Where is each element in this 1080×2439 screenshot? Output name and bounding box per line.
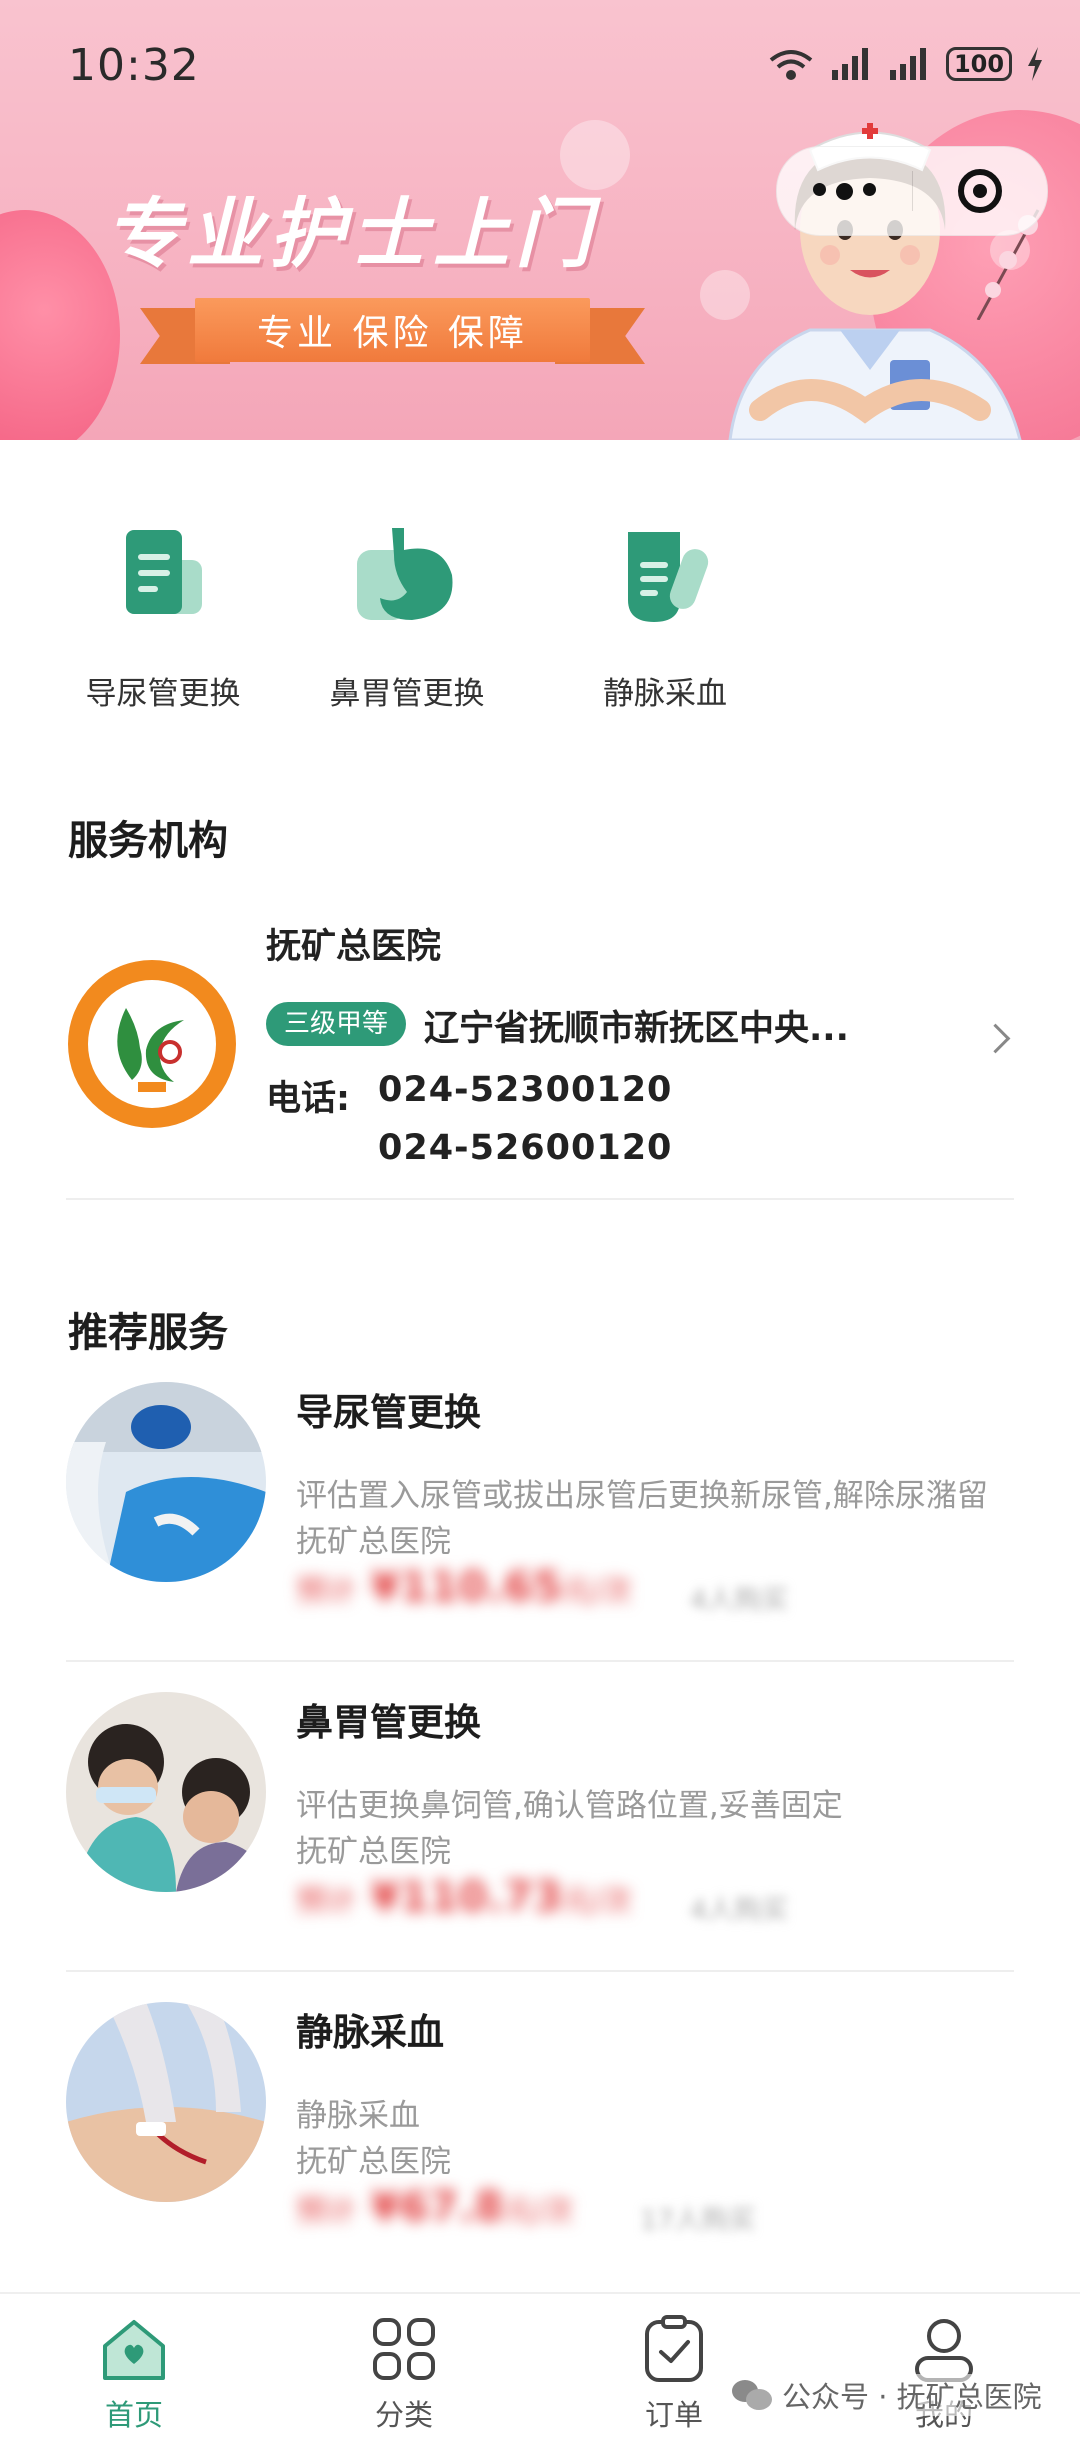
service-entry-nasogastric[interactable]: 鼻胃管更换	[287, 520, 527, 713]
service-photo	[66, 1382, 266, 1582]
tab-label: 分类	[374, 2398, 433, 2432]
service-entry-label: 静脉采血	[603, 676, 727, 712]
signal-icon	[832, 48, 868, 80]
section-title-recommended: 推荐服务	[68, 1310, 228, 1356]
tab-label: 首页	[104, 2398, 163, 2432]
service-entry-label: 鼻胃管更换	[329, 676, 485, 712]
recommended-item[interactable]: 静脉采血 静脉采血 抚矿总医院 预计 ¥67.8元/次 17人购买	[0, 2002, 1080, 2302]
status-time: 10:32	[68, 40, 200, 91]
test-tube-icon	[628, 532, 709, 622]
battery-indicator: 100	[946, 47, 1012, 81]
service-photo	[66, 2002, 266, 2202]
bottom-tab-bar: 首页 分类 订单 我的	[0, 2292, 1080, 2439]
service-description: 评估更换鼻饲管,确认管路位置,妥善固定	[296, 1788, 843, 1824]
service-title: 导尿管更换	[296, 1391, 481, 1434]
wifi-icon	[769, 50, 813, 80]
service-price: 预计 ¥110.65元/次	[296, 1562, 633, 1611]
banner-ribbon: 专业 保险 保障	[140, 298, 645, 372]
phone-number[interactable]: 024-52300120	[378, 1070, 672, 1110]
document-icon	[126, 530, 202, 614]
service-entry-label: 导尿管更换	[85, 676, 241, 712]
banner-title: 专业护士上门	[105, 189, 597, 278]
close-miniprogram-button[interactable]	[913, 169, 1048, 213]
sold-count: 4人购买	[690, 1895, 789, 1926]
status-bar: 10:32 100	[0, 0, 1080, 130]
watermark-text: 公众号 · 抚矿总医院	[782, 2380, 1042, 2414]
status-icons: 100	[766, 44, 1044, 84]
divider	[66, 1970, 1014, 1972]
service-description: 静脉采血	[296, 2098, 420, 2134]
service-organization: 抚矿总医院	[296, 1524, 451, 1560]
hospital-logo	[68, 960, 236, 1128]
home-icon	[103, 2320, 165, 2380]
stomach-icon	[357, 528, 453, 620]
service-price: 预计 ¥110.73元/次	[296, 1872, 633, 1921]
sold-count: 17人购买	[640, 2205, 756, 2236]
target-icon	[957, 169, 1002, 213]
recommended-item[interactable]: 鼻胃管更换 评估更换鼻饲管,确认管路位置,妥善固定 抚矿总医院 预计 ¥110.…	[0, 1692, 1080, 1992]
charging-icon	[1028, 47, 1042, 81]
section-title-institution: 服务机构	[68, 818, 228, 864]
service-entry-blood-draw[interactable]: 静脉采血	[545, 520, 785, 713]
wechat-icon	[732, 2380, 772, 2410]
banner-ribbon-text: 专业 保险 保障	[195, 298, 590, 362]
tab-home[interactable]: 首页	[54, 2314, 214, 2434]
service-title: 鼻胃管更换	[296, 1701, 481, 1744]
service-entry-catheter[interactable]: 导尿管更换	[43, 520, 283, 713]
signal-icon	[890, 48, 926, 80]
divider	[66, 1660, 1014, 1662]
grid-icon	[373, 2318, 435, 2380]
service-title: 静脉采血	[296, 2011, 444, 2054]
recommended-item[interactable]: 导尿管更换 评估置入尿管或拔出尿管后更换新尿管,解除尿潴留 抚矿总医院 预计 ¥…	[0, 1382, 1080, 1682]
service-photo	[66, 1692, 266, 1892]
banner-decoration	[0, 210, 120, 440]
service-price: 预计 ¥67.8元/次	[296, 2182, 574, 2231]
institution-name: 抚矿总医院	[266, 927, 442, 967]
source-watermark: 公众号 · 抚矿总医院	[726, 2374, 1048, 2416]
sold-count: 4人购买	[690, 1585, 789, 1616]
top-banner[interactable]: 专业护士上门 专业 保险 保障 10:32 100	[0, 0, 1080, 440]
service-organization: 抚矿总医院	[296, 1834, 451, 1870]
institution-address: 辽宁省抚顺市新抚区中央...	[424, 1009, 849, 1049]
phone-number[interactable]: 024-52600120	[378, 1128, 672, 1168]
more-options-button[interactable]	[777, 182, 912, 200]
grade-badge: 三级甲等	[266, 1002, 407, 1046]
tab-category[interactable]: 分类	[324, 2314, 484, 2434]
order-icon	[645, 2315, 703, 2382]
divider	[66, 1198, 1014, 1200]
phone-label: 电话:	[266, 1079, 350, 1119]
miniprogram-capsule	[776, 146, 1048, 236]
chevron-right-icon	[980, 1023, 1011, 1054]
service-organization: 抚矿总医院	[296, 2144, 451, 2180]
service-description: 评估置入尿管或拔出尿管后更换新尿管,解除尿潴留	[296, 1478, 988, 1514]
